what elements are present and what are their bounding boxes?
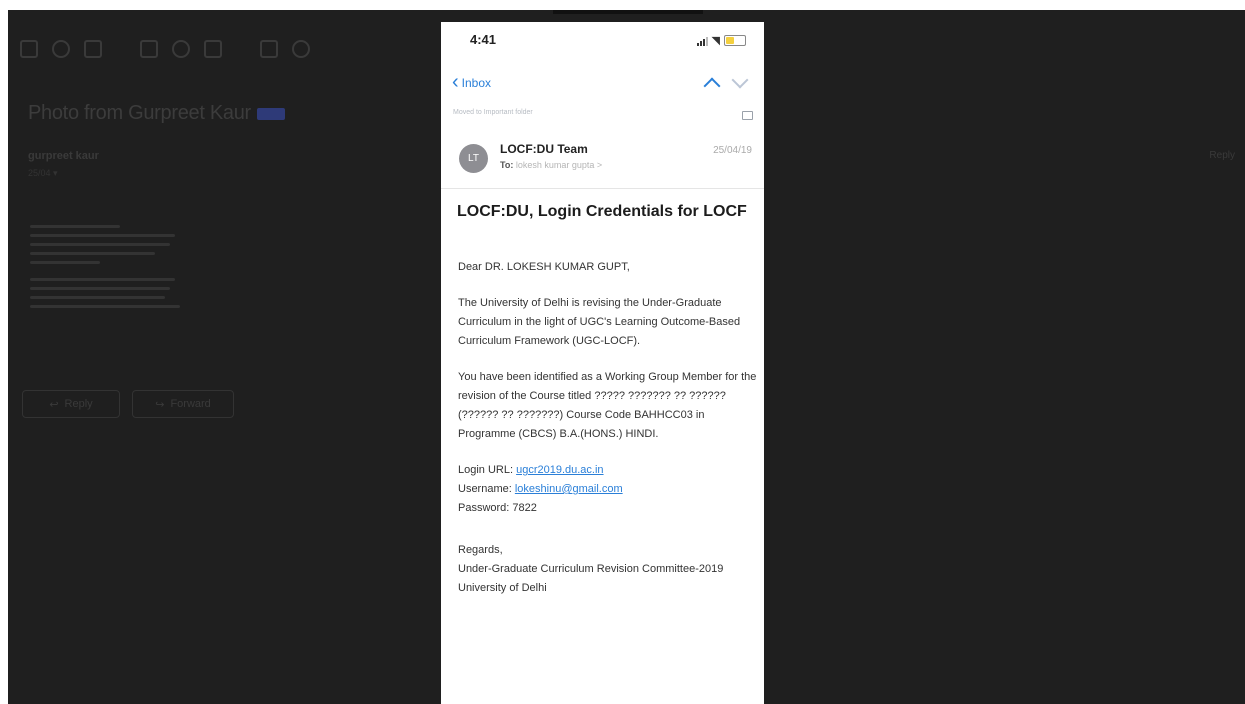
- mail-icon: [140, 40, 158, 58]
- username-link[interactable]: lokeshinu@gmail.com: [515, 483, 623, 495]
- paragraph-1: The University of Delhi is revising the …: [458, 297, 741, 347]
- moved-folder-notice[interactable]: Moved to Important folder: [453, 109, 753, 123]
- greeting: Dear DR. LOKESH KUMAR GUPT,: [458, 261, 630, 273]
- reply-icon: ↩: [49, 398, 59, 411]
- spam-icon: [52, 40, 70, 58]
- sender-avatar: LT: [459, 144, 488, 173]
- next-message-button[interactable]: [731, 71, 749, 89]
- sender-name[interactable]: LOCF:DU Team: [500, 142, 588, 156]
- paragraph-2: You have been identified as a Working Gr…: [458, 371, 757, 440]
- clock-icon: [172, 40, 190, 58]
- background-sender: gurpreet kaur: [28, 150, 99, 162]
- folder-icon: [742, 111, 753, 120]
- sign-off: Regards, Under-Graduate Curriculum Revis…: [458, 544, 724, 594]
- phone-screen: 4:41 ◥ ‹ Inbox Moved to Important folder…: [441, 22, 764, 704]
- back-label: Inbox: [461, 76, 492, 90]
- delete-icon: [84, 40, 102, 58]
- background-reply-button: ↩ Reply: [22, 390, 120, 418]
- folder-icon: [260, 40, 278, 58]
- background-date: 25/04 ▾: [28, 168, 58, 178]
- battery-icon: [724, 35, 746, 46]
- top-bar: [553, 10, 703, 14]
- email-subject: LOCF:DU, Login Credentials for LOCF: [457, 203, 747, 220]
- back-to-inbox-button[interactable]: ‹ Inbox: [452, 71, 492, 93]
- task-icon: [204, 40, 222, 58]
- chevron-left-icon: ‹: [452, 71, 459, 93]
- email-date: 25/04/19: [713, 145, 752, 156]
- background-right-action: Reply: [1209, 150, 1235, 161]
- archive-icon: [20, 40, 38, 58]
- inbox-label-badge: [256, 107, 285, 120]
- label-icon: [292, 40, 310, 58]
- password-line: Password: 7822: [458, 502, 537, 514]
- background-forward-button: ↪ Forward: [132, 390, 234, 418]
- status-bar: 4:41 ◥: [441, 22, 764, 52]
- signature: Under-Graduate Curriculum Revision Commi…: [458, 563, 724, 594]
- status-time: 4:41: [470, 32, 497, 47]
- mail-nav-bar: ‹ Inbox: [441, 66, 764, 102]
- header-divider: [441, 188, 764, 189]
- signal-icon: [696, 36, 708, 46]
- forward-icon: ↪: [155, 398, 165, 411]
- credentials: Login URL: ugcr2019.du.ac.in Username: l…: [458, 464, 623, 514]
- previous-message-button[interactable]: [703, 77, 721, 95]
- wifi-icon: ◥: [711, 35, 720, 47]
- email-body: Dear DR. LOKESH KUMAR GUPT, The Universi…: [458, 258, 758, 615]
- login-url-link[interactable]: ugcr2019.du.ac.in: [516, 464, 603, 476]
- background-body-lines: [30, 225, 180, 314]
- recipient-line[interactable]: To: lokesh kumar gupta >: [500, 160, 602, 170]
- background-toolbar: [20, 40, 310, 58]
- background-subject: Photo from Gurpreet Kaur: [28, 102, 285, 125]
